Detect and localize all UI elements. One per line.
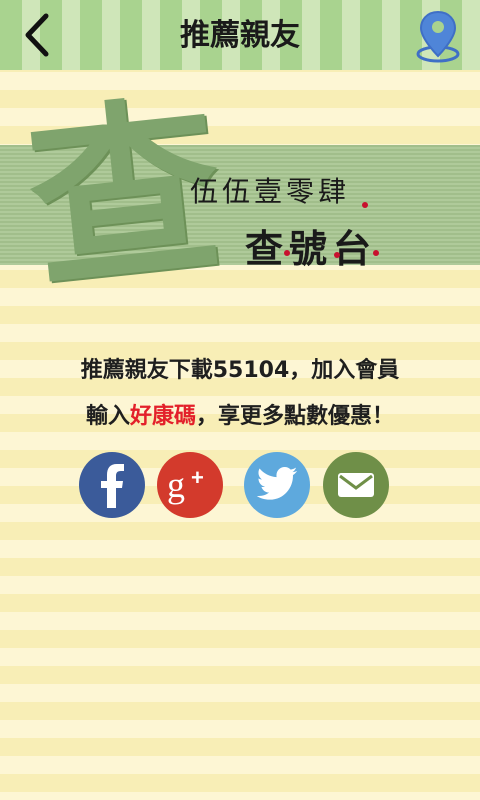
- red-dot: [334, 252, 340, 258]
- google-plus-icon: g +: [167, 465, 204, 505]
- facebook-icon: [101, 464, 124, 508]
- red-dot: [362, 202, 368, 208]
- svg-text:+: +: [191, 465, 204, 490]
- share-buttons: g +: [0, 452, 480, 522]
- promo-prefix: 輸入: [85, 404, 130, 429]
- brand-number-text: 伍伍壹零肆: [190, 175, 351, 208]
- facebook-share-button[interactable]: [79, 452, 145, 518]
- brand-name-text: 查號台: [245, 226, 378, 271]
- red-dot: [284, 250, 290, 256]
- svg-text:g: g: [167, 465, 185, 505]
- twitter-icon: [256, 467, 298, 500]
- red-dot: [373, 250, 379, 256]
- email-share-button[interactable]: [323, 452, 389, 518]
- email-icon: [338, 473, 374, 497]
- page-title: 推薦親友: [180, 18, 300, 53]
- brand-banner: 查 伍伍壹零肆 查號台: [0, 74, 480, 315]
- map-pin-icon: [416, 10, 460, 63]
- googleplus-share-button[interactable]: g +: [157, 452, 223, 518]
- twitter-share-button[interactable]: [244, 452, 310, 518]
- header-bar: 推薦親友: [0, 0, 480, 70]
- promo-line-2: 輸入好康碼，享更多點數優惠！: [0, 398, 480, 430]
- map-button[interactable]: [412, 8, 464, 64]
- promo-suffix: ，享更多點數優惠！: [196, 404, 395, 429]
- promo-code-highlight: 好康碼: [129, 404, 196, 429]
- promo-line-1: 推薦親友下載55104，加入會員: [80, 358, 400, 383]
